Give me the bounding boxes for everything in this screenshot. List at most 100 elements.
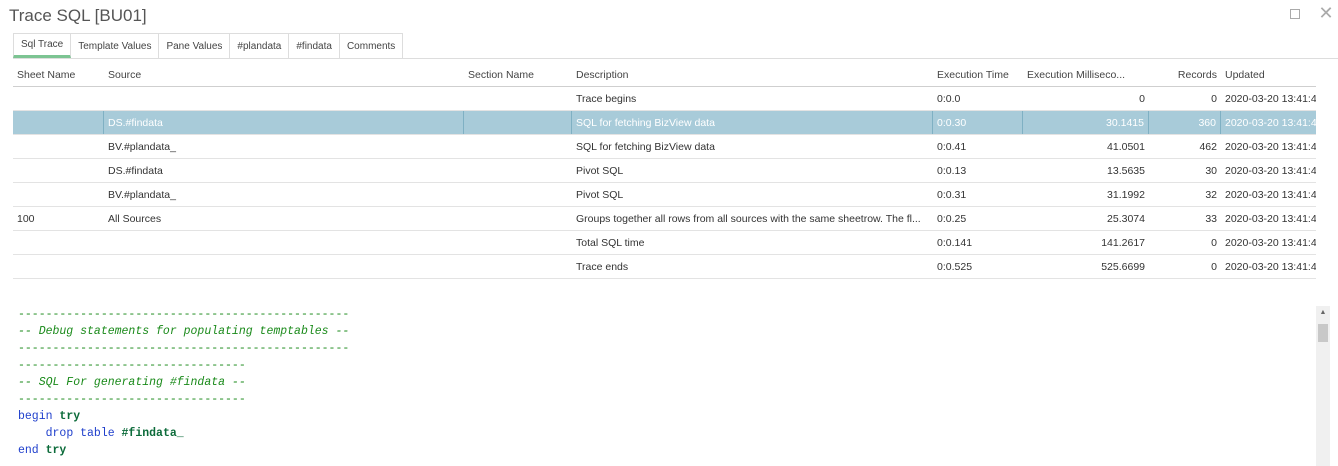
cell-updated: 2020-03-20 13:41:41 [1225, 140, 1316, 153]
tab-pane-values[interactable]: Pane Values [159, 33, 231, 58]
cell-source [104, 87, 464, 110]
cell-section-name [464, 207, 572, 230]
cell-sheet-name [13, 255, 104, 278]
tab-comments[interactable]: Comments [339, 33, 404, 58]
code-identifier: #findata_ [121, 427, 184, 440]
cell-section-name [464, 183, 572, 206]
cell-execution-time: 0:0.30 [933, 111, 1023, 134]
tab-findata[interactable]: #findata [289, 33, 340, 58]
title-bar: Trace SQL [BU01] ✕ [0, 0, 1338, 33]
cell-sheet-name [13, 159, 104, 182]
cell-records: 462 [1199, 140, 1217, 153]
code-keyword: begin [18, 410, 53, 423]
tab-template-values[interactable]: Template Values [71, 33, 160, 58]
table-row[interactable]: Trace ends 0:0.525 525.6699 0 2020-03-20… [13, 255, 1316, 279]
cell-sheet-name [13, 135, 104, 158]
cell-source: DS.#findata [108, 164, 163, 177]
code-comment-debug: -- Debug statements for populating tempt… [18, 325, 350, 338]
cell-updated: 2020-03-20 13:41:40 [1225, 116, 1316, 129]
cell-execution-time: 0:0.0 [937, 92, 961, 105]
tab-sql-trace[interactable]: Sql Trace [13, 33, 72, 58]
table-row[interactable]: Trace begins 0:0.0 0 0 2020-03-20 13:41:… [13, 87, 1316, 111]
cell-execution-time: 0:0.41 [937, 140, 967, 153]
code-line-end-try: end try [18, 442, 66, 459]
close-button[interactable]: ✕ [1316, 3, 1336, 24]
cell-section-name [464, 111, 572, 134]
scroll-up-arrow-icon[interactable]: ▲ [1316, 306, 1330, 320]
column-header-records[interactable]: Records [1149, 63, 1221, 86]
cell-sheet-name [13, 111, 104, 134]
cell-description: Groups together all rows from all source… [576, 212, 921, 225]
code-keyword: try [45, 444, 67, 457]
cell-execution-ms: 13.5635 [1107, 164, 1145, 177]
column-header-execution-ms[interactable]: Execution Milliseco... [1023, 63, 1149, 86]
cell-execution-time: 0:0.31 [937, 188, 967, 201]
cell-sheet-name [13, 183, 104, 206]
cell-execution-ms: 30.1415 [1023, 111, 1149, 134]
cell-execution-ms: 0 [1139, 92, 1145, 105]
code-separator: ----------------------------------------… [18, 342, 350, 355]
cell-description: SQL for fetching BizView data [572, 111, 933, 134]
cell-sheet-name [13, 87, 104, 110]
cell-updated: 2020-03-20 13:41:41 [1225, 212, 1316, 225]
cell-description: SQL for fetching BizView data [576, 140, 715, 153]
cell-records: 33 [1205, 212, 1217, 225]
cell-source: All Sources [108, 212, 162, 225]
column-header-updated[interactable]: Updated [1221, 63, 1316, 86]
code-separator: ----------------------------------------… [18, 308, 350, 321]
code-line-begin-try: begin try [18, 408, 80, 425]
sql-code-editor[interactable]: --------------------------------- -------… [0, 306, 1316, 466]
table-row-selected[interactable]: DS.#findata SQL for fetching BizView dat… [13, 111, 1316, 135]
cell-records: 360 [1149, 111, 1221, 134]
column-header-section-name[interactable]: Section Name [464, 63, 572, 86]
cell-source: DS.#findata [104, 111, 464, 134]
cell-description: Pivot SQL [576, 164, 624, 177]
code-keyword: drop table [45, 427, 115, 440]
cell-records: 32 [1205, 188, 1217, 201]
cell-updated: 2020-03-20 13:41:41 [1225, 188, 1316, 201]
cell-updated: 2020-03-20 13:41:40 [1225, 92, 1316, 105]
table-row[interactable]: BV.#plandata_ Pivot SQL 0:0.31 31.1992 3… [13, 183, 1316, 207]
cell-execution-time: 0:0.25 [937, 212, 967, 225]
cell-section-name [464, 231, 572, 254]
cell-records: 0 [1211, 260, 1217, 273]
cell-source [104, 231, 464, 254]
cell-execution-time: 0:0.525 [937, 260, 973, 273]
code-comment-sql: -- SQL For generating #findata -- [18, 376, 246, 389]
cell-section-name [464, 255, 572, 278]
cell-sheet-name [13, 231, 104, 254]
cell-updated: 2020-03-20 13:41:41 [1225, 236, 1316, 249]
cell-description: Trace ends [576, 260, 629, 273]
cell-records: 0 [1211, 236, 1217, 249]
window-title: Trace SQL [BU01] [9, 6, 147, 25]
cell-records: 30 [1205, 164, 1217, 177]
tab-plandata[interactable]: #plandata [230, 33, 290, 58]
table-row[interactable]: 100 All Sources Groups together all rows… [13, 207, 1316, 231]
maximize-button[interactable] [1285, 6, 1305, 23]
cell-records: 0 [1211, 92, 1217, 105]
code-separator: --------------------------------- [18, 393, 246, 406]
cell-execution-ms: 525.6699 [1101, 260, 1145, 273]
column-header-source[interactable]: Source [104, 63, 464, 86]
code-keyword: end [18, 444, 39, 457]
cell-description: Total SQL time [576, 236, 645, 249]
tab-bar: Sql Trace Template Values Pane Values #p… [13, 33, 1338, 59]
trace-grid: Sheet Name Source Section Name Descripti… [13, 63, 1316, 279]
table-row[interactable]: DS.#findata Pivot SQL 0:0.13 13.5635 30 … [13, 159, 1316, 183]
cell-source [104, 255, 464, 278]
table-row[interactable]: Total SQL time 0:0.141 141.2617 0 2020-0… [13, 231, 1316, 255]
column-header-execution-time[interactable]: Execution Time [933, 63, 1023, 86]
cell-execution-time: 0:0.141 [937, 236, 973, 249]
column-header-sheet-name[interactable]: Sheet Name [13, 63, 104, 86]
cell-sheet-name: 100 [17, 212, 35, 225]
cell-source: BV.#plandata_ [108, 188, 176, 201]
table-row[interactable]: BV.#plandata_ SQL for fetching BizView d… [13, 135, 1316, 159]
cell-execution-ms: 141.2617 [1101, 236, 1145, 249]
column-header-description[interactable]: Description [572, 63, 933, 86]
scroll-thumb[interactable] [1318, 324, 1328, 342]
code-keyword: try [59, 410, 81, 423]
cell-updated: 2020-03-20 13:41:41 [1225, 260, 1316, 273]
cell-description: Pivot SQL [576, 188, 624, 201]
code-scrollbar[interactable]: ▲ [1316, 306, 1330, 466]
cell-section-name [464, 159, 572, 182]
